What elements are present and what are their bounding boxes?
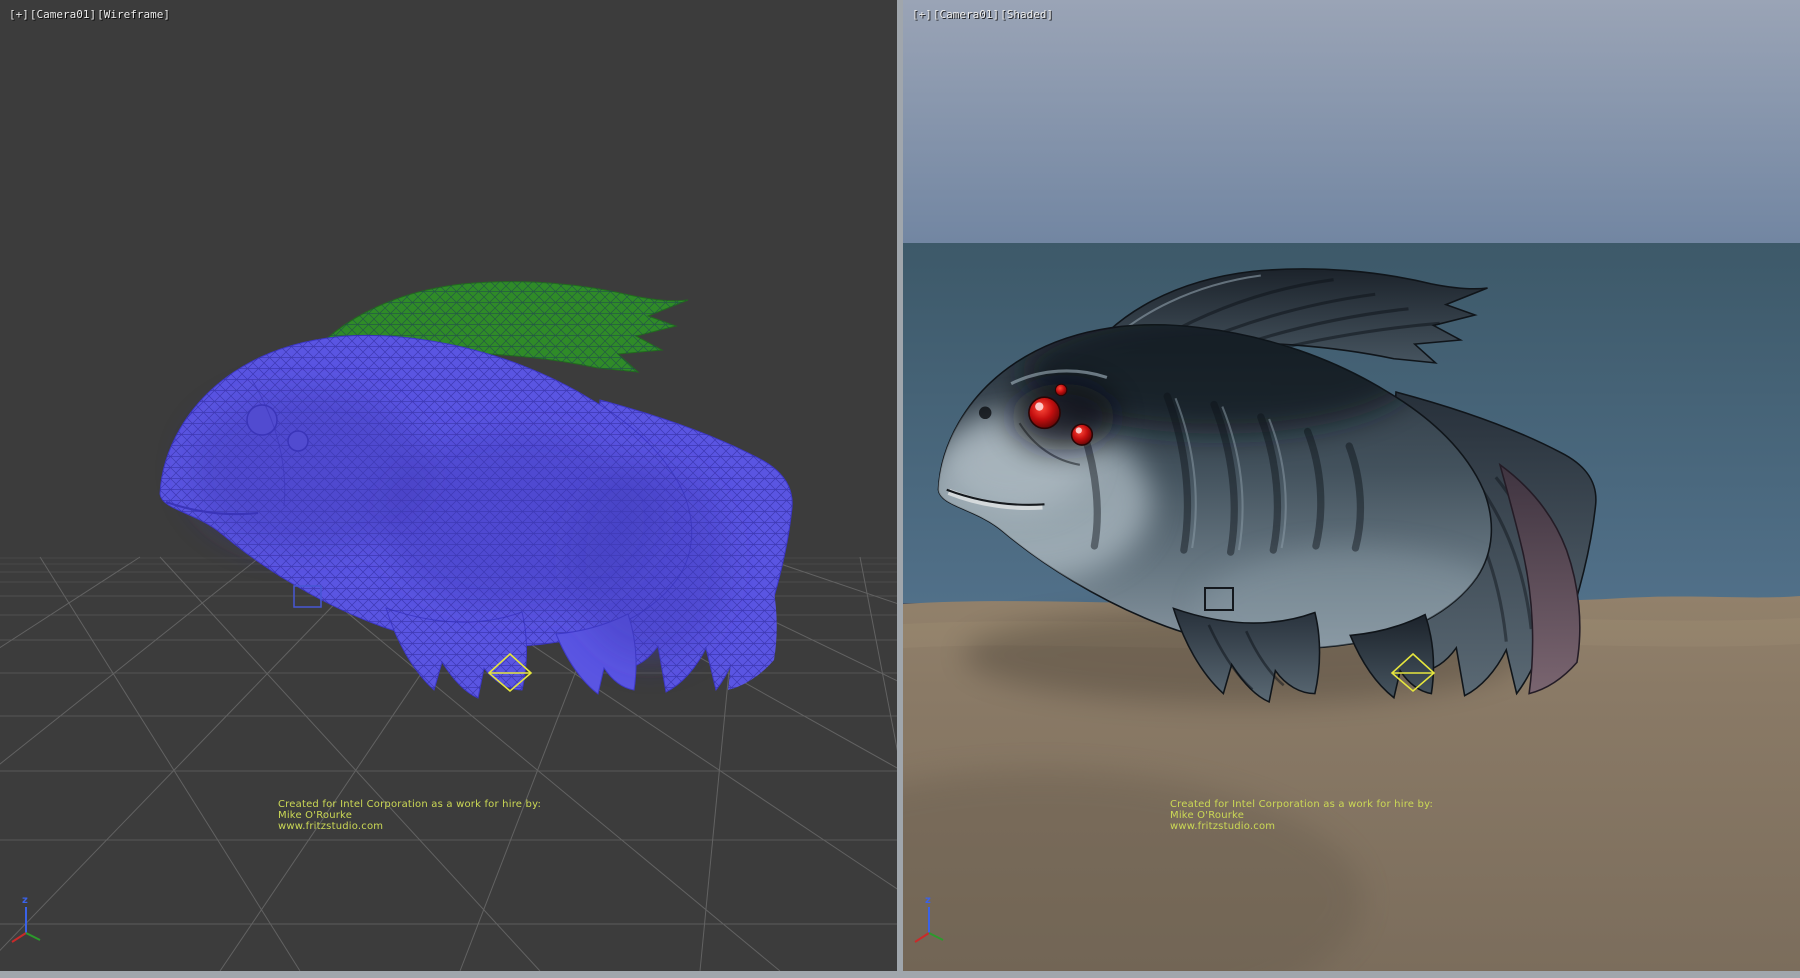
axis-x-icon — [12, 933, 26, 942]
world-axis-tripod: z — [12, 895, 40, 942]
scene-credit-text: Created for Intel Corporation as a work … — [278, 799, 541, 832]
credit-line-1: Created for Intel Corporation as a work … — [1170, 799, 1433, 810]
scene-credit-text: Created for Intel Corporation as a work … — [1170, 799, 1433, 832]
fish-eye-small — [1072, 424, 1093, 445]
fish-eye-small — [288, 431, 308, 451]
camera-menu-button[interactable]: [Camera01] — [933, 8, 999, 21]
fish-eye-third — [1055, 384, 1066, 395]
credit-line-1: Created for Intel Corporation as a work … — [278, 799, 541, 810]
application-window: [+][Camera01][Wireframe] — [0, 0, 1800, 978]
fish-eye-large — [1029, 397, 1060, 428]
shading-menu-button[interactable]: [Shaded] — [1000, 8, 1053, 21]
viewport-label: [+][Camera01][Shaded] — [912, 8, 1054, 21]
viewport-shaded[interactable]: [+][Camera01][Shaded] — [903, 0, 1800, 971]
credit-line-3: www.fritzstudio.com — [1170, 821, 1433, 832]
sky — [903, 0, 1800, 243]
viewport-wireframe[interactable]: [+][Camera01][Wireframe] — [0, 0, 897, 971]
axis-z-label: z — [925, 895, 931, 906]
viewport-splitter[interactable] — [897, 0, 903, 971]
window-bottom-edge — [0, 971, 1800, 978]
axis-y-icon — [26, 933, 40, 940]
fish-eye-large — [247, 405, 277, 435]
fish-nostril — [979, 407, 991, 419]
viewport-menu-button[interactable]: [+] — [912, 8, 932, 21]
credit-line-2: Mike O'Rourke — [1170, 810, 1433, 821]
shading-menu-button[interactable]: [Wireframe] — [97, 8, 170, 21]
eye-highlight — [1035, 402, 1043, 410]
eye-highlight — [1076, 427, 1082, 433]
axis-z-label: z — [22, 895, 28, 906]
credit-line-3: www.fritzstudio.com — [278, 821, 541, 832]
viewport-menu-button[interactable]: [+] — [9, 8, 29, 21]
viewport-label: [+][Camera01][Wireframe] — [9, 8, 171, 21]
camera-menu-button[interactable]: [Camera01] — [30, 8, 96, 21]
fish-model[interactable] — [160, 282, 792, 698]
credit-line-2: Mike O'Rourke — [278, 810, 541, 821]
